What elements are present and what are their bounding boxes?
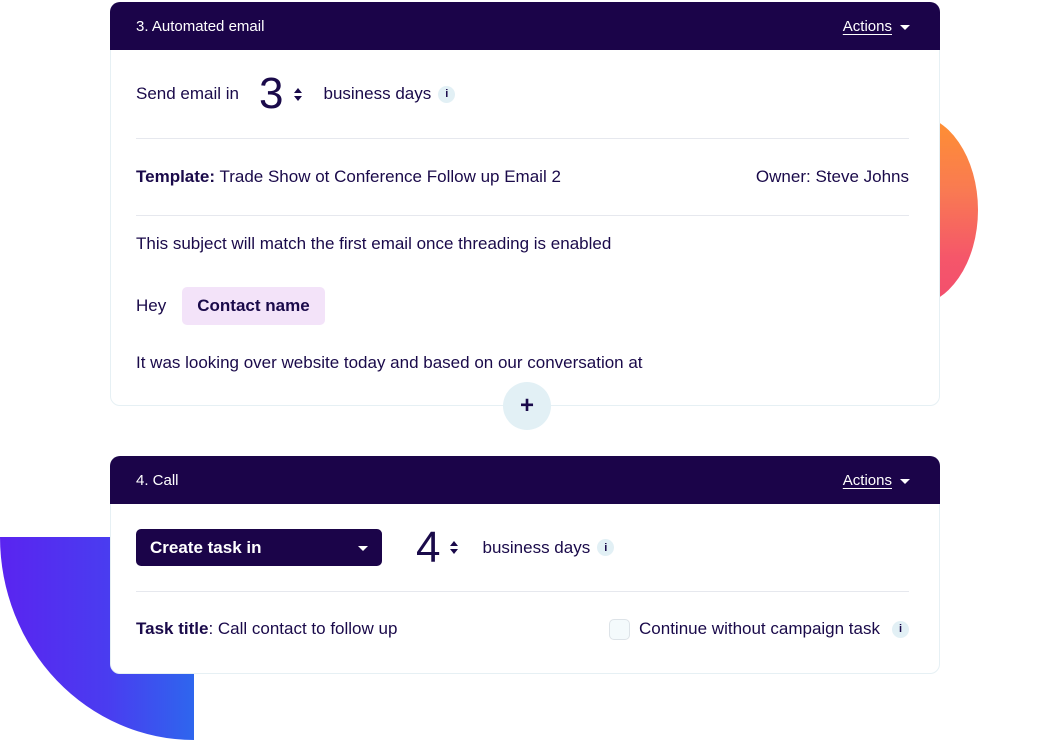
- subject-note-text: This subject will match the first email …: [136, 233, 612, 253]
- owner-label: Owner: Steve Johns: [755, 167, 909, 186]
- task-title-row: Task title: Call contact to follow up Co…: [136, 592, 909, 666]
- step-card-automated-email: 3. Automated email Actions Send email in…: [110, 2, 940, 430]
- days-stepper[interactable]: [450, 541, 459, 554]
- info-icon[interactable]: i: [892, 620, 909, 638]
- task-delay-row: Create task in 4 business days i: [136, 504, 909, 591]
- create-task-select[interactable]: Create task in: [136, 529, 382, 566]
- days-stepper[interactable]: [293, 87, 302, 101]
- step-card-call: 4. Call Actions Create task in 4 busines…: [110, 456, 940, 674]
- send-prefix-label: Send email in: [136, 84, 240, 103]
- add-step-button[interactable]: +: [503, 382, 551, 430]
- subject-note: This subject will match the first email …: [136, 216, 909, 271]
- template-row: Template: Trade Show ot Conference Follo…: [136, 139, 909, 215]
- continue-without-task-checkbox[interactable]: [609, 618, 631, 640]
- days-suffix-label: business days: [323, 84, 432, 103]
- actions-dropdown[interactable]: Actions: [843, 472, 910, 489]
- actions-dropdown[interactable]: Actions: [843, 18, 910, 35]
- increment-icon[interactable]: [293, 87, 302, 93]
- contact-name-token[interactable]: Contact name: [182, 287, 325, 325]
- email-body-text[interactable]: It was looking over website today and ba…: [136, 353, 643, 373]
- info-icon[interactable]: i: [597, 539, 615, 556]
- greeting-row: Hey Contact name: [136, 271, 909, 341]
- continue-without-task-label[interactable]: Continue without campaign task: [639, 619, 880, 639]
- increment-icon[interactable]: [450, 541, 459, 546]
- info-icon[interactable]: i: [438, 85, 456, 103]
- decrement-icon[interactable]: [450, 549, 459, 554]
- decrement-icon[interactable]: [293, 95, 302, 101]
- step-header: 4. Call Actions: [110, 456, 940, 504]
- template-value[interactable]: Trade Show ot Conference Follow up Email…: [219, 167, 560, 186]
- actions-label: Actions: [842, 17, 892, 35]
- actions-label: Actions: [842, 471, 892, 489]
- task-title-value[interactable]: : Call contact to follow up: [208, 619, 397, 638]
- chevron-down-icon: [358, 546, 368, 551]
- caret-down-icon: [900, 478, 910, 484]
- step-title: 4. Call: [136, 471, 179, 489]
- template-label: Template:: [136, 167, 216, 186]
- send-delay-row: Send email in 3 business days i: [136, 50, 909, 138]
- step-header: 3. Automated email Actions: [110, 2, 940, 50]
- days-value[interactable]: 4: [416, 525, 440, 570]
- step-title: 3. Automated email: [136, 17, 265, 35]
- select-value: Create task in: [150, 537, 262, 557]
- plus-icon: +: [519, 392, 534, 419]
- task-title-label: Task title: [136, 619, 209, 638]
- days-value[interactable]: 3: [259, 72, 283, 116]
- days-suffix-label: business days: [482, 537, 591, 557]
- body-line: It was looking over website today and ba…: [136, 341, 909, 385]
- greeting-text: Hey: [136, 296, 167, 315]
- caret-down-icon: [900, 24, 910, 30]
